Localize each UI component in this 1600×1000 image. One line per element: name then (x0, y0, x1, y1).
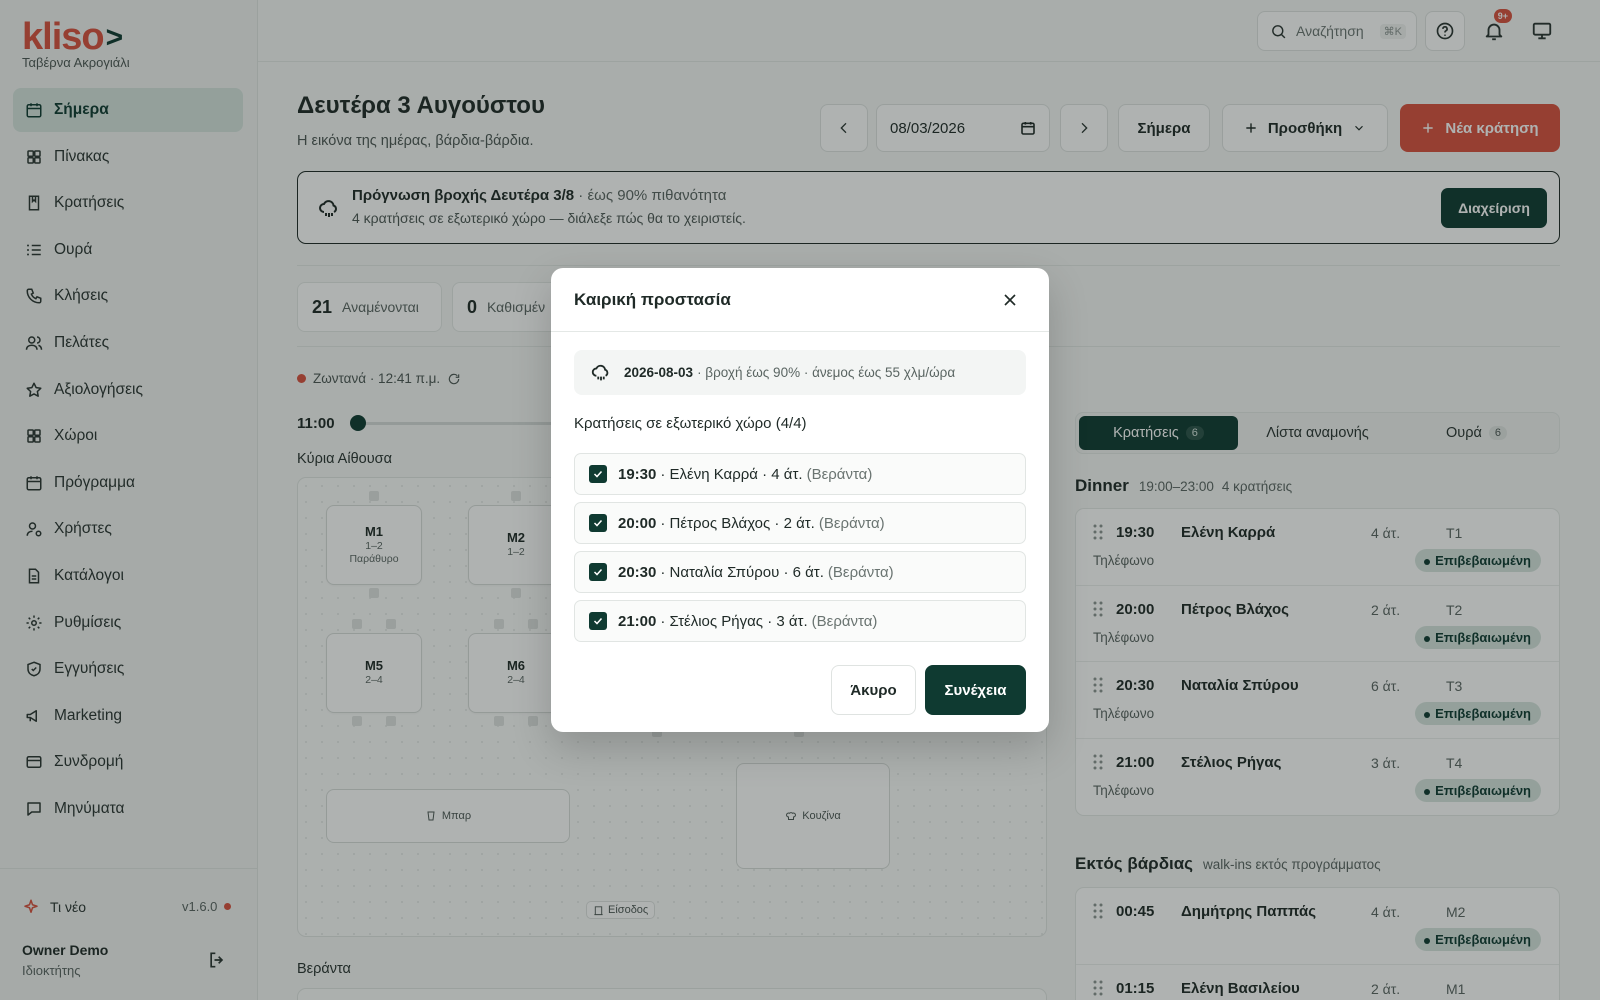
reservation-checkbox[interactable] (589, 563, 607, 581)
check-icon (593, 617, 603, 625)
check-icon (593, 519, 603, 527)
check-icon (593, 470, 603, 478)
continue-button[interactable]: Συνέχεια (925, 665, 1026, 715)
weather-protection-dialog: Καιρική προστασία 2026-08-03 · βροχή έως… (551, 268, 1049, 732)
forecast-date: 2026-08-03 (624, 365, 694, 380)
outdoor-reservations-heading: Κρατήσεις σε εξωτερικό χώρο (4/4) (574, 415, 807, 432)
outdoor-reservation-option[interactable]: 20:30 · Ναταλία Σπύρου · 6 άτ. (Βεράντα) (574, 551, 1026, 593)
reservation-checkbox[interactable] (589, 612, 607, 630)
option-area: (Βεράντα) (827, 563, 894, 581)
option-time: 20:00 (618, 514, 657, 532)
option-time: 21:00 (618, 612, 657, 630)
cancel-button[interactable]: Άκυρο (831, 665, 916, 715)
outdoor-reservation-option[interactable]: 20:00 · Πέτρος Βλάχος · 2 άτ. (Βεράντα) (574, 502, 1026, 544)
reservation-checkbox[interactable] (589, 514, 607, 532)
option-area: (Βεράντα) (818, 514, 885, 532)
option-details: · Πέτρος Βλάχος · 2 άτ. (660, 514, 815, 532)
outdoor-reservation-option[interactable]: 19:30 · Ελένη Καρρά · 4 άτ. (Βεράντα) (574, 453, 1026, 495)
outdoor-reservation-option[interactable]: 21:00 · Στέλιος Ρήγας · 3 άτ. (Βεράντα) (574, 600, 1026, 642)
option-time: 19:30 (618, 465, 657, 483)
forecast-details: · βροχή έως 90% · άνεμος έως 55 χλμ/ώρα (697, 365, 956, 380)
option-area: (Βεράντα) (811, 612, 878, 630)
dialog-divider (551, 331, 1049, 332)
weather-forecast-summary: 2026-08-03 · βροχή έως 90% · άνεμος έως … (574, 350, 1026, 395)
option-details: · Στέλιος Ρήγας · 3 άτ. (660, 612, 808, 630)
dialog-title: Καιρική προστασία (574, 290, 731, 309)
option-details: · Ελένη Καρρά · 4 άτ. (660, 465, 803, 483)
close-icon[interactable] (1000, 290, 1020, 310)
rain-cloud-icon (590, 362, 612, 384)
option-details: · Ναταλία Σπύρου · 6 άτ. (660, 563, 824, 581)
option-time: 20:30 (618, 563, 657, 581)
option-area: (Βεράντα) (806, 465, 873, 483)
check-icon (593, 568, 603, 576)
reservation-checkbox[interactable] (589, 465, 607, 483)
